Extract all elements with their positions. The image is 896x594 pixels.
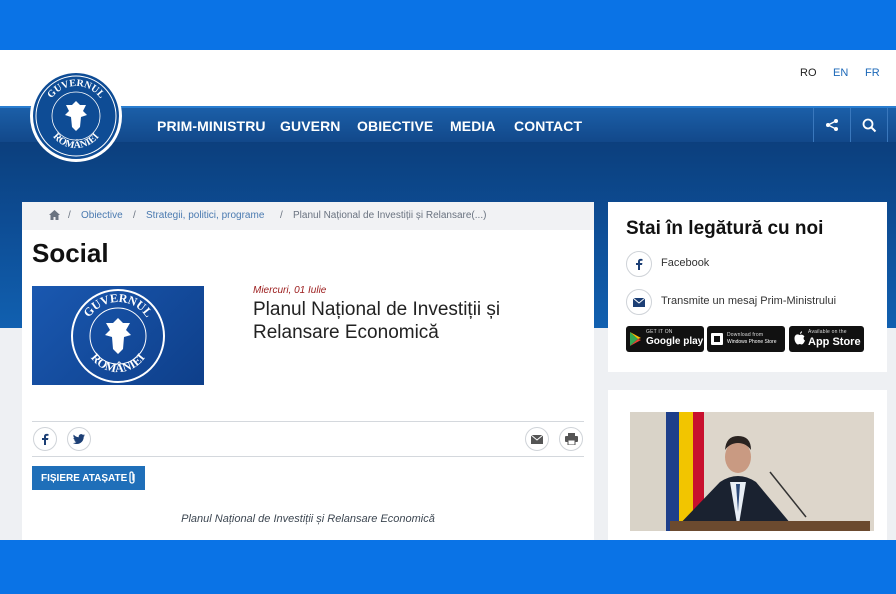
app-store-big: App Store	[808, 336, 861, 348]
google-play-icon	[630, 332, 641, 346]
contact-widget: Stai în legătură cu noi Facebook Transmi…	[608, 202, 887, 372]
page-title: Social	[32, 238, 109, 268]
article-panel: / Obiective / Strategii, politici, progr…	[22, 202, 594, 540]
nav-obiective[interactable]: OBIECTIVE	[357, 118, 433, 134]
google-play-badge[interactable]: GET IT ON Google play	[626, 326, 704, 352]
windows-icon	[711, 333, 723, 345]
article-thumbnail[interactable]: GUVERNUL ROMÂNIEI	[32, 286, 204, 385]
facebook-icon	[626, 251, 652, 277]
attached-files-label: FIȘIERE ATAȘATE	[41, 472, 128, 484]
nav-media[interactable]: MEDIA	[450, 118, 496, 134]
apple-icon	[794, 331, 805, 345]
prime-minister-photo-image	[630, 412, 874, 531]
breadcrumb-strategii[interactable]: Strategii, politici, programe	[146, 210, 264, 221]
breadcrumb: / Obiective / Strategii, politici, progr…	[22, 202, 594, 230]
paperclip-icon	[129, 471, 135, 484]
google-play-small: GET IT ON	[646, 329, 673, 335]
facebook-link[interactable]: Facebook	[626, 251, 876, 277]
prime-minister-widget	[608, 390, 887, 540]
government-logo[interactable]: GUVERNUL ROMÂNIEI	[30, 70, 122, 162]
contact-widget-title: Stai în legătură cu noi	[626, 218, 824, 239]
message-pm-link[interactable]: Transmite un mesaj Prim-Ministrului	[626, 289, 876, 315]
twitter-share-button[interactable]	[67, 427, 91, 451]
article-headline[interactable]: Planul Național de Investiții și Relansa…	[253, 298, 573, 344]
attached-files-button[interactable]: FIȘIERE ATAȘATE	[32, 466, 145, 490]
svg-text:ROMÂNIEI: ROMÂNIEI	[88, 350, 148, 375]
search-icon	[862, 118, 876, 132]
divider	[32, 421, 584, 422]
facebook-link-label: Facebook	[661, 257, 710, 269]
breadcrumb-separator: /	[280, 210, 283, 221]
breadcrumb-current: Planul Național de Investiții și Relansa…	[293, 210, 487, 221]
facebook-icon	[42, 433, 49, 445]
message-pm-label: Transmite un mesaj Prim-Ministrului	[661, 295, 837, 307]
government-seal-image: GUVERNUL ROMÂNIEI	[71, 289, 165, 383]
svg-text:GUVERNUL: GUVERNUL	[80, 291, 155, 320]
browser-page: RO EN FR PRIM-MINISTRU GUVERN OBIECTIVE …	[0, 50, 896, 540]
app-store-small: Available on the	[808, 329, 847, 335]
twitter-icon	[73, 434, 85, 444]
main-nav: PRIM-MINISTRU GUVERN OBIECTIVE MEDIA CON…	[0, 106, 896, 142]
print-button[interactable]	[559, 427, 583, 451]
prime-minister-photo[interactable]	[630, 412, 874, 531]
email-share-button[interactable]	[525, 427, 549, 451]
google-play-big: Google play	[646, 336, 704, 347]
printer-icon	[564, 433, 578, 445]
lang-ro[interactable]: RO	[800, 67, 817, 79]
breadcrumb-obiective[interactable]: Obiective	[81, 210, 123, 221]
nav-guvern[interactable]: GUVERN	[280, 118, 341, 134]
home-icon[interactable]	[49, 210, 60, 220]
divider	[32, 456, 584, 457]
search-button[interactable]	[850, 108, 888, 142]
nav-contact[interactable]: CONTACT	[514, 118, 582, 134]
envelope-icon	[626, 289, 652, 315]
windows-store-big: Windows Phone Store	[727, 339, 777, 345]
lang-en[interactable]: EN	[833, 67, 848, 79]
windows-store-small: Download from	[727, 332, 764, 338]
breadcrumb-separator: /	[68, 210, 71, 221]
article-date: Miercuri, 01 Iulie	[253, 285, 327, 296]
svg-text:GUVERNUL: GUVERNUL	[45, 78, 106, 101]
document-caption: Planul Național de Investiții și Relansa…	[181, 513, 435, 525]
app-store-badge[interactable]: Available on the App Store	[789, 326, 864, 352]
envelope-icon	[531, 434, 543, 444]
breadcrumb-separator: /	[133, 210, 136, 221]
coat-of-arms-seal: GUVERNUL ROMÂNIEI	[35, 75, 117, 157]
svg-text:ROMÂNIEI: ROMÂNIEI	[51, 131, 102, 151]
share-icon	[826, 119, 838, 131]
lang-fr[interactable]: FR	[865, 67, 880, 79]
nav-prim-ministru[interactable]: PRIM-MINISTRU	[157, 118, 266, 134]
share-button[interactable]	[813, 108, 850, 142]
facebook-share-button[interactable]	[33, 427, 57, 451]
top-bar: RO EN FR	[0, 50, 896, 106]
windows-store-badge[interactable]: Download from Windows Phone Store	[707, 326, 785, 352]
